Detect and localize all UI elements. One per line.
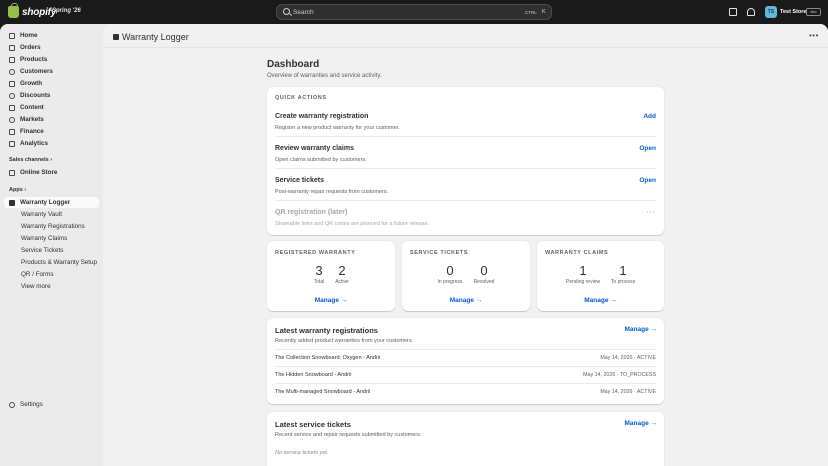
manage-claims-link[interactable]: Manage → [537, 297, 664, 304]
sidebar-item-analytics[interactable]: Analytics [4, 138, 99, 149]
qa-row-qr-registration: QR registration (later) Shareable links … [275, 209, 656, 227]
manage-registrations-link[interactable]: Manage → [267, 297, 395, 304]
sidebar-item-growth[interactable]: Growth [4, 78, 99, 89]
qa-row-service-tickets: Service tickets Post-warranty repair req… [275, 177, 656, 195]
dev-badge: dev [806, 8, 821, 16]
open-tickets-button[interactable]: Open [639, 177, 656, 184]
bank-icon [9, 128, 15, 135]
shopify-bag-icon [8, 3, 19, 18]
add-button[interactable]: Add [643, 113, 656, 120]
divider [275, 168, 656, 169]
open-claims-button[interactable]: Open [639, 145, 656, 152]
table-row[interactable]: The Collection Snowboard: Oxygen - Andri… [275, 349, 656, 366]
chevron-right-icon: › [24, 187, 27, 193]
chevron-right-icon: › [50, 157, 53, 163]
tag-icon [9, 56, 15, 63]
stat-resolved: 0 [480, 263, 488, 278]
sidebar-subitem-qr-forms[interactable]: QR / Forms [4, 269, 99, 280]
content-icon [9, 104, 15, 111]
chart-icon [9, 140, 15, 147]
top-bar: shopify Spring '26 Search CTRL K TS Test… [0, 0, 828, 24]
main-content: Warranty Logger ••• Dashboard Overview o… [103, 24, 828, 466]
qa-row-review-claims: Review warranty claims Open claims submi… [275, 145, 656, 163]
app-icon [113, 34, 119, 40]
latest-registrations-title: Latest warranty registrations [275, 326, 378, 335]
search-bar[interactable]: Search CTRL K [276, 4, 552, 20]
sidebar-item-settings[interactable]: Settings [4, 399, 99, 410]
sidebar-item-warranty-logger[interactable]: Warranty Logger [4, 197, 99, 208]
sidebar-item-discounts[interactable]: Discounts [4, 90, 99, 101]
stat-card-warranty-claims: WARRANTY CLAIMS 1 Pending review 1 To pr… [537, 241, 664, 311]
shopify-logo[interactable]: shopify [8, 3, 56, 18]
divider [275, 136, 656, 137]
sidebar-subitem-products-setup[interactable]: Products & Warranty Setup [4, 257, 99, 268]
sidebar-subitem-warranty-vault[interactable]: Warranty Vault [4, 209, 99, 220]
quick-actions-card: QUICK ACTIONS Create warranty registrati… [267, 87, 664, 235]
growth-icon [9, 80, 15, 87]
app-icon [9, 199, 15, 206]
edition-label: Spring '26 [52, 8, 81, 14]
stat-pending-review: 1 [579, 263, 587, 278]
sidebar-item-home[interactable]: Home [4, 30, 99, 41]
storefront-icon [9, 169, 15, 176]
sidebar-subitem-view-more[interactable]: View more [4, 281, 99, 292]
sidebar-item-markets[interactable]: Markets [4, 114, 99, 125]
manage-tickets-link[interactable]: Manage → [402, 297, 530, 304]
sidebar: Home Orders Products Customers Growth Di… [0, 24, 103, 466]
divider [275, 200, 656, 201]
sidebar-subitem-service-tickets[interactable]: Service Tickets [4, 245, 99, 256]
empty-state-text: No service tickets yet. [275, 450, 329, 456]
latest-registrations-card: Latest warranty registrations Recently a… [267, 318, 664, 404]
apps-heading[interactable]: Apps › [9, 187, 26, 193]
sidebar-item-customers[interactable]: Customers [4, 66, 99, 77]
gear-icon [9, 401, 15, 408]
app-title: Warranty Logger [122, 32, 189, 42]
sidebar-item-orders[interactable]: Orders [4, 42, 99, 53]
ellipsis-icon: ··· [646, 209, 656, 216]
page-subtitle: Overview of warranties and service activ… [267, 73, 382, 79]
sidebar-subitem-warranty-registrations[interactable]: Warranty Registrations [4, 221, 99, 232]
shortcut-ctrl: CTRL [525, 10, 537, 15]
search-input[interactable]: Search [293, 9, 314, 16]
table-row[interactable]: The Hidden Snowboard - Andrii May 14, 20… [275, 366, 656, 383]
orders-icon [9, 44, 15, 51]
home-icon [9, 32, 15, 39]
manage-latest-tickets-link[interactable]: Manage → [624, 420, 657, 427]
latest-tickets-title: Latest service tickets [275, 420, 351, 429]
shortcut-k: K [542, 9, 546, 15]
sidebar-item-online-store[interactable]: Online Store [4, 167, 99, 178]
more-actions-icon[interactable]: ••• [809, 31, 819, 40]
store-icon[interactable] [729, 8, 737, 16]
discount-icon [9, 92, 15, 99]
sidebar-item-finance[interactable]: Finance [4, 126, 99, 137]
stat-card-registered-warranty: REGISTERED WARRANTY 3 Total 2 Active Man… [267, 241, 395, 311]
globe-icon [9, 116, 15, 123]
sidebar-item-content[interactable]: Content [4, 102, 99, 113]
table-row[interactable]: The Multi-managed Snowboard - Andrii May… [275, 383, 656, 400]
app-header: Warranty Logger ••• [103, 24, 828, 48]
person-icon [9, 68, 15, 75]
stat-active: 2 [338, 263, 346, 278]
store-name[interactable]: Test Store [780, 9, 807, 15]
quick-actions-label: QUICK ACTIONS [275, 95, 327, 101]
search-icon [283, 8, 290, 15]
avatar[interactable]: TS [765, 6, 777, 18]
stat-to-process: 1 [619, 263, 627, 278]
page-title: Dashboard [267, 59, 320, 70]
manage-latest-registrations-link[interactable]: Manage → [624, 326, 657, 333]
stat-card-service-tickets: SERVICE TICKETS 0 In progress 0 Resolved… [402, 241, 530, 311]
qa-row-create-registration: Create warranty registration Register a … [275, 113, 656, 131]
stat-in-progress: 0 [446, 263, 454, 278]
sales-channels-heading[interactable]: Sales channels › [9, 157, 52, 163]
bell-icon[interactable] [747, 8, 755, 16]
sidebar-subitem-warranty-claims[interactable]: Warranty Claims [4, 233, 99, 244]
sidebar-item-products[interactable]: Products [4, 54, 99, 65]
latest-tickets-card: Latest service tickets Recent service an… [267, 412, 664, 466]
admin-frame: Home Orders Products Customers Growth Di… [0, 24, 828, 466]
